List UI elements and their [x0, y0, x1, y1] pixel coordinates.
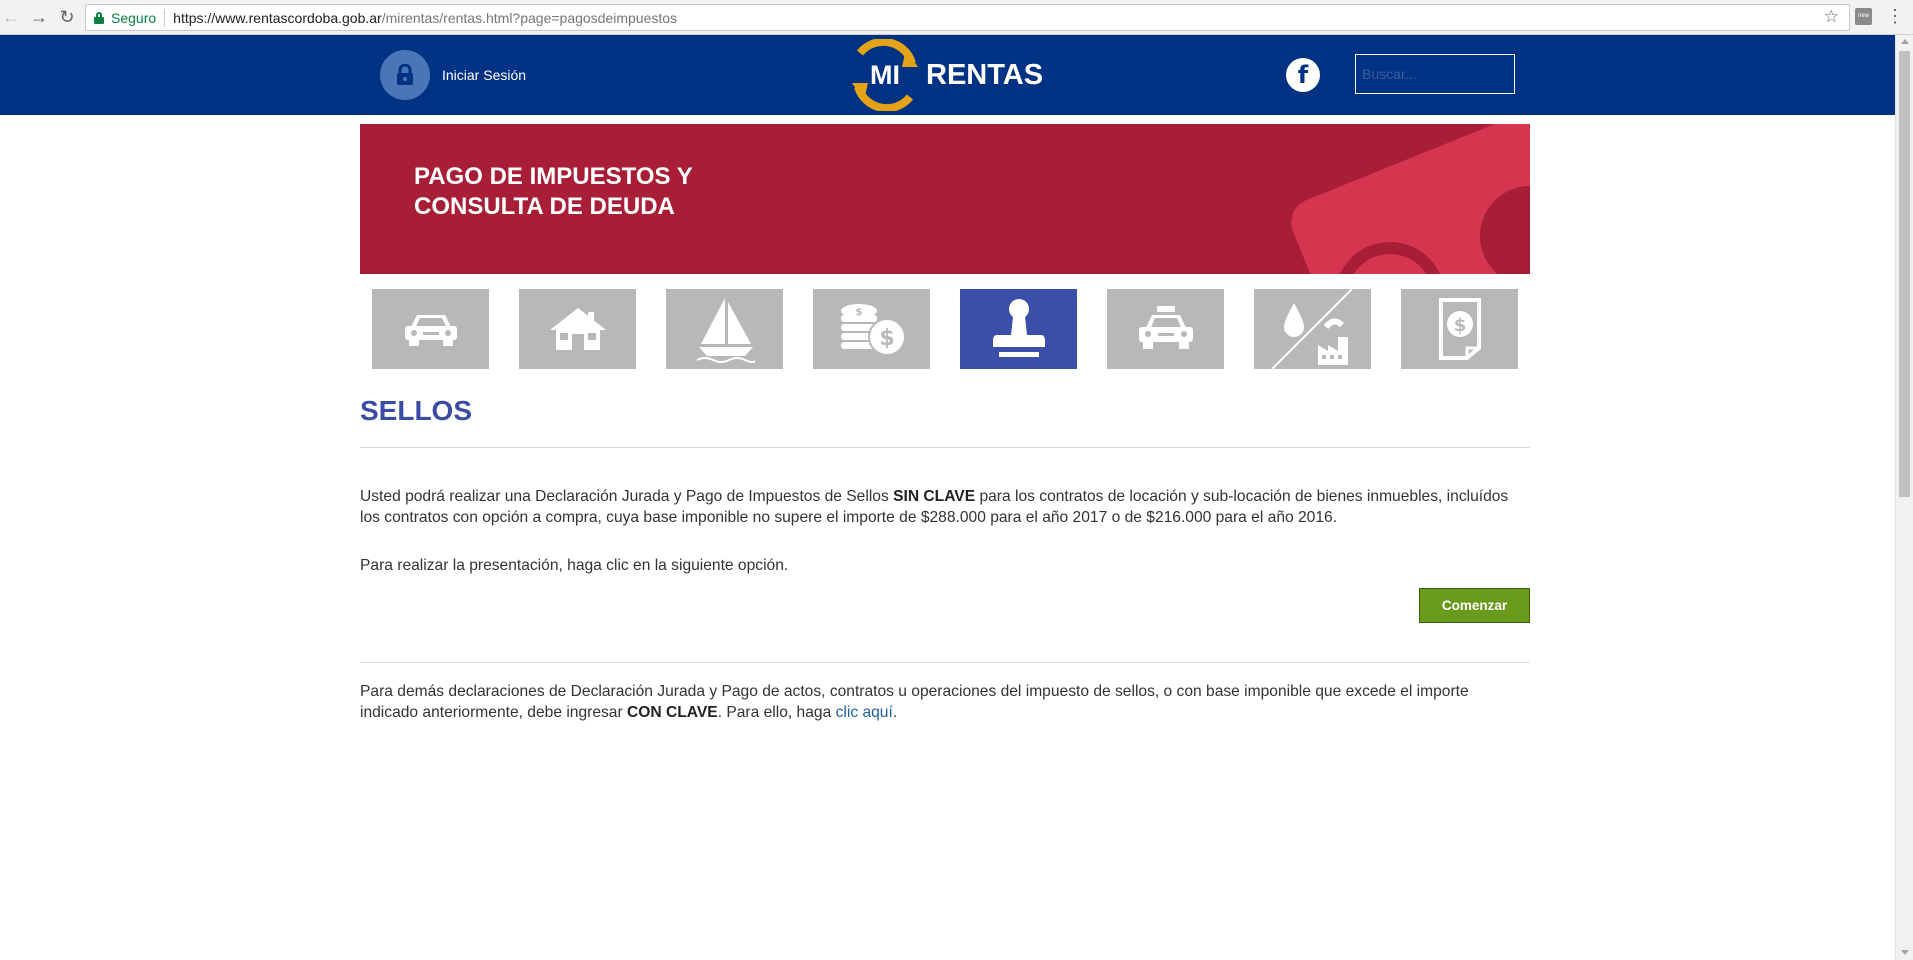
site-header: Iniciar Sesión MI RENTAS f — [0, 35, 1895, 115]
tile-taxi[interactable] — [1107, 289, 1224, 369]
tile-embarcaciones[interactable] — [666, 289, 783, 369]
address-bar[interactable]: Seguro https://www.rentascordoba.gob.ar /… — [85, 4, 1850, 31]
instruction-paragraph: Para realizar la presentación, haga clic… — [360, 557, 789, 574]
tile-automotor[interactable] — [372, 289, 489, 369]
clic-aqui-link[interactable]: clic aquí — [836, 704, 893, 721]
tile-otros-pagos[interactable]: $ — [1401, 289, 1518, 369]
stamp-icon — [992, 299, 1045, 357]
action-row: Comenzar — [360, 576, 1530, 662]
scroll-up-arrow-icon[interactable] — [1901, 39, 1909, 44]
con-clave-text-mid: . Para ello, haga — [717, 704, 836, 721]
address-separator — [164, 8, 166, 27]
url-host: https://www.rentascordoba.gob.ar — [173, 9, 382, 26]
back-arrow-icon[interactable]: ← — [0, 6, 22, 28]
facebook-icon[interactable]: f — [1286, 58, 1320, 92]
document-money-icon: $ — [1438, 298, 1481, 360]
title-divider — [360, 447, 1530, 448]
svg-text:$: $ — [1453, 315, 1466, 336]
extension-icon[interactable]: new — [1855, 8, 1872, 25]
url-path: /mirentas/rentas.html?page=pagosdeimpues… — [381, 9, 678, 26]
con-clave-label: CON CLAVE — [627, 704, 718, 721]
action-divider — [360, 662, 1530, 663]
tile-inmobiliario[interactable] — [519, 289, 636, 369]
tile-sellos[interactable] — [960, 289, 1077, 369]
svg-text:$: $ — [879, 326, 894, 351]
sailboat-icon — [696, 298, 755, 363]
bookmark-star-icon[interactable]: ☆ — [1824, 7, 1839, 27]
forward-arrow-icon[interactable]: → — [28, 6, 50, 28]
browser-menu-icon[interactable]: ⋮ — [1886, 6, 1904, 26]
con-clave-paragraph: Para demás declaraciones de Declaración … — [360, 681, 1490, 723]
taxi-icon — [1138, 306, 1193, 349]
login-label: Iniciar Sesión — [442, 67, 527, 83]
sin-clave-label: SIN CLAVE — [893, 488, 976, 505]
browser-toolbar: ← → ↻ Seguro https://www.rentascordoba.g… — [0, 0, 1913, 35]
car-icon — [404, 315, 457, 346]
logo-rentas-text: RENTAS — [926, 58, 1044, 91]
tile-ingresos-brutos[interactable]: $ $ — [813, 289, 930, 369]
page-scrollbar[interactable] — [1895, 35, 1913, 960]
intro-text-start: Usted podrá realizar una Declaración Jur… — [360, 488, 894, 505]
secure-label: Seguro — [111, 9, 157, 26]
padlock-icon — [380, 50, 430, 100]
water-factory-icon — [1271, 289, 1353, 369]
mi-rentas-logo[interactable]: MI RENTAS — [848, 37, 1044, 113]
login-button[interactable]: Iniciar Sesión — [380, 50, 526, 100]
banner-title-line1: PAGO DE IMPUESTOS Y — [414, 163, 693, 190]
search-input[interactable] — [1355, 54, 1515, 94]
comenzar-button[interactable]: Comenzar — [1419, 588, 1530, 623]
tile-servicios-industria[interactable] — [1254, 289, 1371, 369]
logo-ring-icon: MI — [848, 37, 922, 113]
svg-text:$: $ — [855, 307, 862, 318]
scrollbar-thumb[interactable] — [1899, 51, 1910, 497]
reload-icon[interactable]: ↻ — [56, 6, 78, 28]
intro-paragraph: Usted podrá realizar una Declaración Jur… — [360, 486, 1530, 528]
section-title: SELLOS — [360, 395, 473, 426]
coins-icon: $ $ — [840, 304, 906, 356]
con-clave-text-end: . — [892, 704, 898, 721]
lock-icon — [94, 11, 104, 24]
con-clave-text-start: Para demás declaraciones de Declaración … — [360, 683, 1469, 721]
banner-title-line2: CONSULTA DE DEUDA — [414, 193, 675, 220]
main-content: SELLOS Usted podrá realizar una Declarac… — [360, 395, 1530, 723]
house-icon — [549, 308, 606, 350]
scroll-down-arrow-icon[interactable] — [1901, 950, 1909, 955]
banner-title: PAGO DE IMPUESTOS Y CONSULTA DE DEUDA — [414, 162, 814, 222]
page-banner: PAGO DE IMPUESTOS Y CONSULTA DE DEUDA — [360, 124, 1530, 274]
logo-mi-text: MI — [870, 59, 900, 90]
